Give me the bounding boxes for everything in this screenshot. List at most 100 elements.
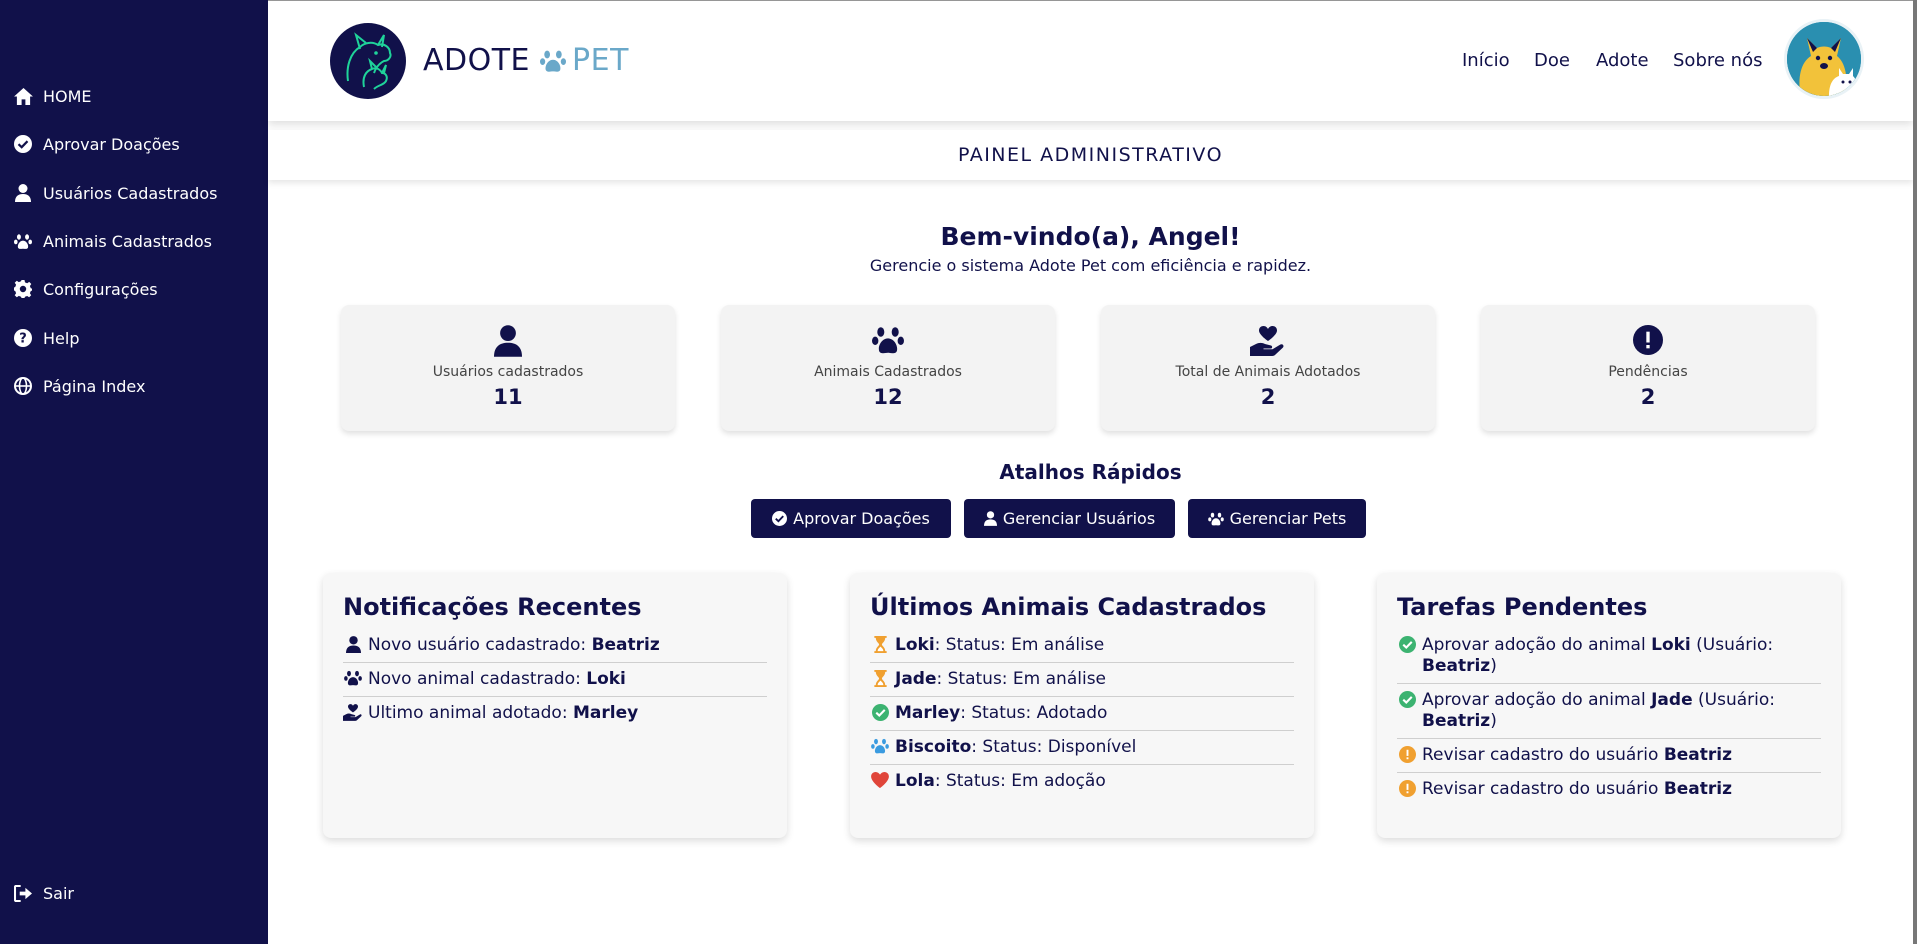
task-user: Beatriz	[1663, 779, 1733, 799]
hourglass-icon	[870, 635, 890, 653]
brand-adote: ADOTE	[423, 43, 531, 78]
user-icon	[343, 635, 363, 653]
button-label: Gerenciar Usuários	[1002, 509, 1156, 528]
sidebar-item-label: Sair	[43, 883, 74, 903]
sidebar: HOME Aprovar Doações Usuários Cadastrado…	[0, 0, 268, 944]
task-user: Beatriz	[1663, 745, 1733, 765]
nav-inicio[interactable]: Início	[1462, 50, 1510, 71]
paw-icon	[343, 669, 363, 686]
list-item: Aprovar adoção do animal Jade (Usuário: …	[1397, 684, 1821, 739]
task-user: Beatriz	[1422, 711, 1491, 731]
task-user: Beatriz	[1422, 656, 1491, 676]
stat-label: Usuários cadastrados	[432, 364, 584, 380]
sidebar-logout[interactable]: Sair	[12, 880, 74, 906]
animal-name: Lola	[895, 771, 935, 791]
animal-name: Marley	[895, 703, 961, 723]
logo[interactable]	[330, 23, 406, 99]
stat-card-adotados: Total de Animais Adotados 2	[1101, 305, 1435, 431]
exclamation-circle-icon	[1633, 325, 1663, 357]
sidebar-item-pagina-index[interactable]: Página Index	[12, 373, 145, 399]
check-circle-icon	[12, 133, 34, 155]
list-item: Aprovar adoção do animal Loki (Usuário: …	[1397, 629, 1821, 684]
approve-donations-button[interactable]: Aprovar Doações	[751, 499, 951, 538]
sidebar-item-label: HOME	[43, 86, 92, 106]
check-circle-icon	[1397, 635, 1417, 653]
list-item: Biscoito: Status: Disponível	[870, 731, 1294, 765]
animal-status: : Status: Disponível	[971, 737, 1137, 757]
nav-sobre-nos[interactable]: Sobre nós	[1673, 50, 1762, 71]
task-mid: (Usuário:	[1692, 690, 1775, 710]
stat-card-pendencias: Pendências 2	[1481, 305, 1815, 431]
exclamation-circle-icon	[1397, 779, 1417, 797]
animal-status: : Status: Em análise	[934, 635, 1105, 655]
animal-name: Loki	[895, 635, 935, 655]
avatar[interactable]	[1784, 19, 1864, 99]
sign-out-icon	[12, 882, 34, 904]
page-title: PAINEL ADMINISTRATIVO	[268, 130, 1913, 180]
stat-value: 2	[1260, 385, 1276, 409]
task-animal: Jade	[1651, 690, 1693, 710]
stat-value: 12	[873, 385, 903, 409]
latest-animals-panel: Últimos Animais Cadastrados Loki: Status…	[850, 573, 1314, 838]
item-text: Novo usuário cadastrado:	[368, 635, 592, 655]
stat-card-animais: Animais Cadastrados 12	[721, 305, 1055, 431]
sidebar-item-label: Animais Cadastrados	[43, 231, 212, 251]
nav-doe[interactable]: Doe	[1534, 50, 1570, 71]
animal-status: : Status: Em adoção	[934, 771, 1106, 791]
nav-adote[interactable]: Adote	[1596, 50, 1649, 71]
task-prefix: Revisar cadastro do usuário	[1422, 745, 1664, 765]
item-text: Novo animal cadastrado:	[368, 669, 587, 689]
button-label: Gerenciar Pets	[1229, 509, 1347, 528]
check-circle-icon	[772, 511, 788, 526]
paw-icon	[870, 737, 890, 754]
sidebar-item-help[interactable]: ? Help	[12, 325, 79, 351]
check-circle-icon	[1397, 690, 1417, 708]
hand-heart-icon	[343, 703, 363, 721]
panel-title: Notificações Recentes	[343, 593, 642, 621]
gear-icon	[12, 278, 34, 300]
sidebar-item-label: Configurações	[43, 279, 158, 299]
sidebar-item-animais[interactable]: Animais Cadastrados	[12, 228, 212, 254]
task-animal: Loki	[1651, 635, 1691, 655]
panel-title: Últimos Animais Cadastrados	[870, 593, 1267, 621]
sidebar-item-label: Help	[43, 328, 80, 348]
list-item: Lola: Status: Em adoção	[870, 765, 1294, 798]
task-suffix: )	[1490, 656, 1497, 676]
item-text: Ultimo animal adotado:	[368, 703, 573, 723]
item-bold: Beatriz	[591, 635, 660, 655]
hand-heart-icon	[1250, 325, 1286, 357]
animal-status: : Status: Adotado	[960, 703, 1108, 723]
welcome-subtitle: Gerencie o sistema Adote Pet com eficiên…	[869, 256, 1312, 275]
item-bold: Loki	[586, 669, 626, 689]
brand[interactable]: ADOTE PET	[423, 43, 629, 78]
stat-card-usuarios: Usuários cadastrados 11	[341, 305, 675, 431]
task-prefix: Revisar cadastro do usuário	[1422, 779, 1664, 799]
header: ADOTE PET Início Doe Adote Sobre nós	[268, 1, 1913, 121]
globe-icon	[12, 375, 34, 397]
brand-pet: PET	[572, 43, 629, 78]
animal-status: : Status: Em análise	[936, 669, 1107, 689]
manage-pets-button[interactable]: Gerenciar Pets	[1188, 499, 1366, 538]
button-label: Aprovar Doações	[793, 509, 930, 528]
animal-name: Biscoito	[895, 737, 972, 757]
sidebar-item-aprovar-doacoes[interactable]: Aprovar Doações	[12, 131, 180, 157]
task-prefix: Aprovar adoção do animal	[1422, 635, 1652, 655]
stat-value: 2	[1640, 385, 1656, 409]
notifications-panel: Notificações Recentes Novo usuário cadas…	[323, 573, 787, 838]
list-item: Jade: Status: Em análise	[870, 663, 1294, 697]
scrollbar[interactable]	[1913, 0, 1917, 944]
list-item: Revisar cadastro do usuário Beatriz	[1397, 739, 1821, 773]
list-item: Marley: Status: Adotado	[870, 697, 1294, 731]
svg-text:?: ?	[19, 332, 27, 347]
heart-icon	[870, 771, 890, 788]
check-circle-icon	[870, 703, 890, 721]
sidebar-item-usuarios[interactable]: Usuários Cadastrados	[12, 180, 217, 206]
item-bold: Marley	[572, 703, 639, 723]
panel-title: Tarefas Pendentes	[1397, 593, 1648, 621]
list-item: Revisar cadastro do usuário Beatriz	[1397, 773, 1821, 806]
list-item: Novo usuário cadastrado: Beatriz	[343, 629, 767, 663]
manage-users-button[interactable]: Gerenciar Usuários	[964, 499, 1175, 538]
sidebar-item-home[interactable]: HOME	[12, 83, 92, 109]
sidebar-item-configuracoes[interactable]: Configurações	[12, 276, 158, 302]
task-prefix: Aprovar adoção do animal	[1422, 690, 1652, 710]
